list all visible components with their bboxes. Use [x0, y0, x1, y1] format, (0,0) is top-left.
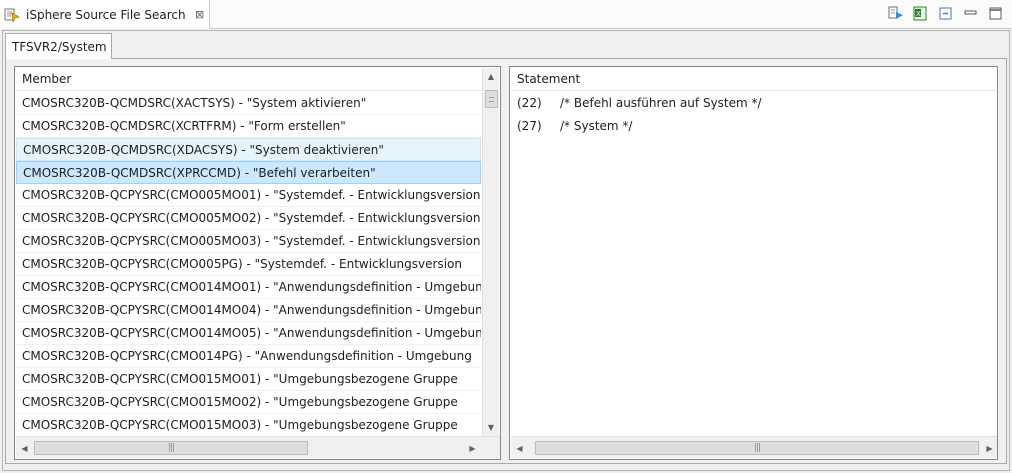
statement-text: /* System */ — [560, 119, 633, 133]
view-tab-bar: iSphere Source File Search ⊠ X — [0, 0, 1012, 29]
statement-line-number: (27) — [517, 119, 542, 133]
scroll-down-icon[interactable]: ▼ — [483, 419, 499, 436]
horizontal-scroll-thumb[interactable]: ||| — [535, 441, 979, 455]
scroll-up-icon[interactable]: ▲ — [483, 68, 499, 85]
scroll-right-icon[interactable]: ▶ — [464, 437, 481, 459]
member-row[interactable]: CMOSRC320B-QCPYSRC(CMO014PG) - "Anwendun… — [16, 345, 481, 368]
close-icon[interactable]: ⊠ — [194, 8, 206, 21]
member-row[interactable]: CMOSRC320B-QCPYSRC(CMO005MO02) - "System… — [16, 207, 481, 230]
member-row[interactable]: CMOSRC320B-QCPYSRC(CMO015MO02) - "Umgebu… — [16, 391, 481, 414]
member-row[interactable]: CMOSRC320B-QCPYSRC(CMO015MO03) - "Umgebu… — [16, 414, 481, 436]
view-title: iSphere Source File Search — [26, 7, 186, 22]
statement-line-number: (22) — [517, 96, 542, 110]
member-table: Member CMOSRC320B-QCMDSRC(XACTSYS) - "Sy… — [14, 66, 501, 460]
statement-rows: (22) /* Befehl ausführen auf System */ (… — [511, 92, 762, 138]
view-tab-source-file-search[interactable]: iSphere Source File Search ⊠ — [0, 0, 210, 29]
scroll-left-icon[interactable]: ◀ — [511, 437, 528, 459]
maximize-icon[interactable] — [987, 5, 1004, 22]
member-row[interactable]: CMOSRC320B-QCPYSRC(CMO014MO05) - "Anwend… — [16, 322, 481, 345]
statement-row[interactable]: (22) /* Befehl ausführen auf System */ — [511, 92, 762, 115]
tab-system[interactable]: TFSVR2/System — [5, 33, 112, 59]
member-row[interactable]: CMOSRC320B-QCPYSRC(CMO014MO04) - "Anwend… — [16, 299, 481, 322]
svg-text:X: X — [916, 10, 921, 18]
member-horizontal-scrollbar[interactable]: ◀ ||| ▶ — [16, 436, 500, 459]
member-row[interactable]: CMOSRC320B-QCMDSRC(XACTSYS) - "System ak… — [16, 92, 481, 115]
member-row[interactable]: CMOSRC320B-QCPYSRC(CMO015MO01) - "Umgebu… — [16, 368, 481, 391]
statement-horizontal-scrollbar[interactable]: ◀ ||| ▶ — [511, 436, 997, 459]
member-row[interactable]: CMOSRC320B-QCPYSRC(CMO005MO03) - "System… — [16, 230, 481, 253]
member-rows: CMOSRC320B-QCMDSRC(XACTSYS) - "System ak… — [16, 92, 481, 436]
member-row[interactable]: CMOSRC320B-QCPYSRC(CMO005MO01) - "System… — [16, 184, 481, 207]
horizontal-scroll-thumb[interactable]: ||| — [34, 441, 308, 455]
view-toolbar: X — [887, 5, 1004, 22]
member-row[interactable]: CMOSRC320B-QCMDSRC(XDACSYS) - "System de… — [16, 138, 481, 161]
scroll-left-icon[interactable]: ◀ — [16, 437, 33, 459]
member-row[interactable]: CMOSRC320B-QCPYSRC(CMO005PG) - "Systemde… — [16, 253, 481, 276]
source-search-icon — [4, 7, 21, 23]
statement-row[interactable]: (27) /* System */ — [511, 115, 762, 138]
run-search-icon[interactable] — [887, 5, 904, 22]
scroll-right-icon[interactable]: ▶ — [981, 437, 997, 459]
minimize-icon[interactable] — [962, 5, 979, 22]
member-vertical-scrollbar[interactable]: ▲ ▼ — [482, 68, 499, 436]
export-excel-icon[interactable]: X — [912, 5, 929, 22]
collapse-all-icon[interactable] — [937, 5, 954, 22]
statement-text: /* Befehl ausführen auf System */ — [560, 96, 762, 110]
member-row-selected[interactable]: CMOSRC320B-QCMDSRC(XPRCCMD) - "Befehl ve… — [16, 161, 481, 184]
statement-table: Statement (22) /* Befehl ausführen auf S… — [509, 66, 998, 460]
vertical-scroll-thumb[interactable] — [485, 90, 498, 108]
member-row[interactable]: CMOSRC320B-QCPYSRC(CMO014MO01) - "Anwend… — [16, 276, 481, 299]
member-row[interactable]: CMOSRC320B-QCMDSRC(XCRTFRM) - "Form erst… — [16, 115, 481, 138]
statement-column-header[interactable]: Statement — [511, 68, 996, 91]
member-column-header[interactable]: Member — [16, 68, 499, 91]
